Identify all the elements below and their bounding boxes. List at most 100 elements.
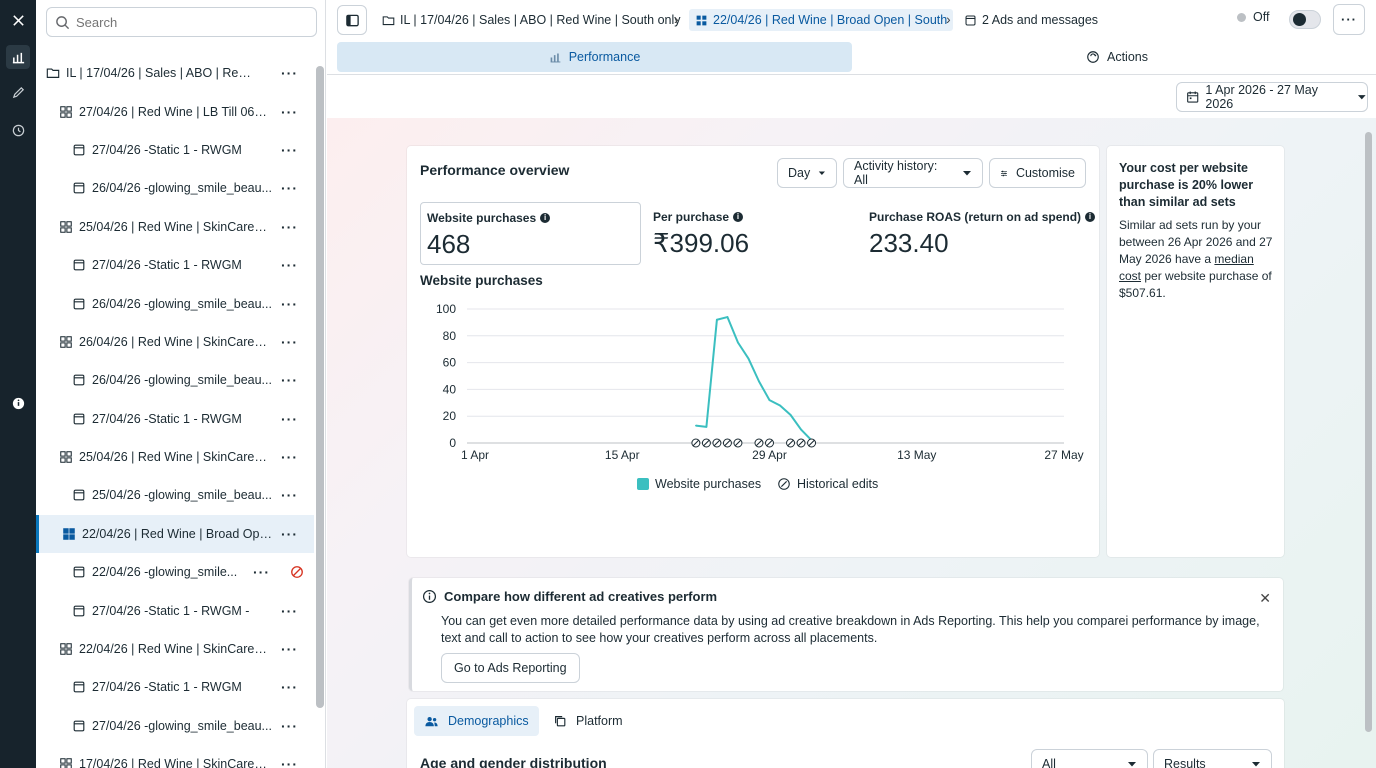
filter-dropdown[interactable]: All xyxy=(1031,749,1148,768)
copy-icon xyxy=(555,716,566,727)
metric-dropdown[interactable]: Results xyxy=(1153,749,1272,768)
x-tick-label: 1 Apr xyxy=(461,448,489,462)
tree-item-adset[interactable]: 25/04/26 | Red Wine | SkinCare | ... ··· xyxy=(36,208,314,246)
legend-historical-edits[interactable]: Historical edits xyxy=(777,477,878,491)
tab-platform-label: Platform xyxy=(576,714,623,728)
ad-icon xyxy=(73,566,85,578)
more-options-icon[interactable]: ··· xyxy=(281,718,298,734)
search-icon xyxy=(56,15,70,29)
go-to-ads-reporting-button[interactable]: Go to Ads Reporting xyxy=(441,653,580,683)
more-options-icon[interactable]: ··· xyxy=(281,257,298,273)
breadcrumb-adset[interactable]: 22/04/26 | Red Wine | Broad Open | South xyxy=(689,9,954,31)
chevron-right-icon: › xyxy=(674,11,679,27)
more-options-icon[interactable]: ··· xyxy=(281,641,298,657)
search-input[interactable] xyxy=(76,14,296,30)
edit-marker xyxy=(796,438,806,448)
ad-icon xyxy=(73,298,85,309)
more-options-icon[interactable]: ··· xyxy=(281,487,298,503)
tree-item-ad[interactable]: 26/04/26 -glowing_smile_beau... ··· xyxy=(36,169,314,207)
tab-performance[interactable]: Performance xyxy=(337,42,852,72)
info-icon[interactable]: i xyxy=(1085,212,1096,222)
search-box[interactable] xyxy=(46,7,317,37)
more-options-icon[interactable]: ··· xyxy=(281,449,298,465)
more-options-icon[interactable]: ··· xyxy=(281,180,298,196)
ad-icon xyxy=(73,682,85,693)
close-icon[interactable]: ✕ xyxy=(1259,590,1271,607)
tree-item-adset[interactable]: 27/04/26 | Red Wine | LB Till 06/0... ··· xyxy=(36,92,314,130)
history-icon[interactable] xyxy=(6,118,30,142)
tree-item-adset[interactable]: 22/04/26 | Red Wine | Broad Ope... ··· xyxy=(36,514,314,554)
on-off-toggle[interactable] xyxy=(1289,10,1321,29)
tree-item-campaign[interactable]: IL | 17/04/26 | Sales | ABO | Red Win...… xyxy=(36,54,314,92)
tree-item-adset[interactable]: 17/04/26 | Red Wine | SkinCare | S... ··· xyxy=(36,745,314,768)
date-range-picker[interactable]: 1 Apr 2026 - 27 May 2026 xyxy=(1176,82,1368,112)
data-point xyxy=(758,380,760,383)
y-tick-label: 80 xyxy=(443,329,457,343)
tree-item-ad[interactable]: 27/04/26 -Static 1 - RWGM - ··· xyxy=(36,591,314,629)
ad-icon xyxy=(73,720,85,732)
tree-item-ad[interactable]: 27/04/26 -Static 1 - RWGM ··· xyxy=(36,400,314,438)
tree-item-adset[interactable]: 22/04/26 | Red Wine | SkinCare | ... ··· xyxy=(36,630,314,668)
ad-icon xyxy=(73,144,85,156)
legend-website-purchases[interactable]: Website purchases xyxy=(637,477,761,491)
tab-demographics[interactable]: Demographics xyxy=(414,706,539,736)
y-tick-label: 60 xyxy=(443,356,457,370)
tree-item-adset[interactable]: 26/04/26 | Red Wine | SkinCare | ... ··· xyxy=(36,323,314,361)
adset-grid-icon xyxy=(60,451,72,463)
more-options-icon[interactable]: ··· xyxy=(253,564,270,580)
chevron-right-icon: › xyxy=(946,11,951,27)
customise-button[interactable]: Customise xyxy=(989,158,1086,188)
tree-item-ad[interactable]: 27/04/26 -Static 1 - RWGM ··· xyxy=(36,668,314,706)
tab-platform[interactable]: Platform xyxy=(543,706,633,736)
activity-history-dropdown[interactable]: Activity history: All xyxy=(843,158,983,188)
more-options-icon[interactable]: ··· xyxy=(281,142,298,158)
not-delivering-icon[interactable] xyxy=(290,565,304,579)
tab-actions[interactable]: Actions xyxy=(867,42,1367,72)
more-options-icon[interactable]: ··· xyxy=(281,679,298,695)
info-icon[interactable]: i xyxy=(540,213,551,223)
pencil-icon[interactable] xyxy=(6,80,30,104)
metric-per-purchase[interactable]: Per purchase i ₹399.06 xyxy=(647,202,847,265)
tree-item-ad[interactable]: 27/04/26 -glowing_smile_beau... ··· xyxy=(36,707,314,745)
tree-item-ad[interactable]: 22/04/26 -glowing_smile... ··· xyxy=(36,553,314,591)
tree-item-label: 25/04/26 -glowing_smile_beau... xyxy=(92,488,272,503)
help-icon[interactable] xyxy=(6,391,30,415)
granularity-dropdown[interactable]: Day xyxy=(777,158,837,188)
metric-website-purchases[interactable]: Website purchases i 468 xyxy=(420,202,641,265)
more-options-button[interactable]: ··· xyxy=(1333,4,1365,35)
more-options-icon[interactable]: ··· xyxy=(281,603,298,619)
adset-grid-icon xyxy=(696,15,707,25)
breadcrumb-campaign[interactable]: IL | 17/04/26 | Sales | ABO | Red Wine |… xyxy=(382,9,681,31)
more-options-icon[interactable]: ··· xyxy=(281,219,298,235)
tree-item-label: 27/04/26 -Static 1 - RWGM xyxy=(92,680,242,695)
edit-marker-icon xyxy=(778,478,790,490)
bar-chart-icon[interactable] xyxy=(6,45,30,69)
tree-item-ad[interactable]: 25/04/26 -glowing_smile_beau... ··· xyxy=(36,476,314,514)
more-options-icon[interactable]: ··· xyxy=(281,756,298,768)
more-options-icon[interactable]: ··· xyxy=(281,526,298,542)
tree-item-adset[interactable]: 25/04/26 | Red Wine | SkinCare | ... ··· xyxy=(36,438,314,476)
close-icon[interactable] xyxy=(6,8,30,32)
more-options-icon[interactable]: ··· xyxy=(281,104,298,120)
data-point xyxy=(695,424,697,427)
tree-item-ad[interactable]: 27/04/26 -Static 1 - RWGM ··· xyxy=(36,246,314,284)
breadcrumb-ads[interactable]: 2 Ads and messages xyxy=(964,9,1098,31)
metric-purchase-roas[interactable]: Purchase ROAS (return on ad spend) i 233.… xyxy=(863,202,1096,265)
tree-item-ad[interactable]: 26/04/26 -glowing_smile_beau... ··· xyxy=(36,284,314,322)
website-purchases-chart: 0 20 40 60 80 100 1 Apr 15 Apr 29 Apr 13 May 27 Ma… xyxy=(436,302,1084,462)
tree-item-ad[interactable]: 27/04/26 -Static 1 - RWGM ··· xyxy=(36,131,314,169)
tree-item-ad[interactable]: 26/04/26 -glowing_smile_beau... ··· xyxy=(36,361,314,399)
more-options-icon[interactable]: ··· xyxy=(281,296,298,312)
ad-icon xyxy=(73,490,85,501)
tree-scrollbar[interactable] xyxy=(316,60,324,768)
more-options-icon[interactable]: ··· xyxy=(281,334,298,350)
content-scrollbar[interactable] xyxy=(1363,120,1373,760)
adset-grid-icon xyxy=(63,528,75,540)
compare-creatives-banner: Compare how different ad creatives perfo… xyxy=(409,578,1283,691)
more-options-icon[interactable]: ··· xyxy=(281,65,298,81)
more-options-icon[interactable]: ··· xyxy=(281,411,298,427)
more-options-icon[interactable]: ··· xyxy=(281,372,298,388)
toggle-sidebar-button[interactable] xyxy=(337,5,367,35)
adset-grid-icon xyxy=(60,336,72,348)
info-icon[interactable]: i xyxy=(733,212,744,222)
